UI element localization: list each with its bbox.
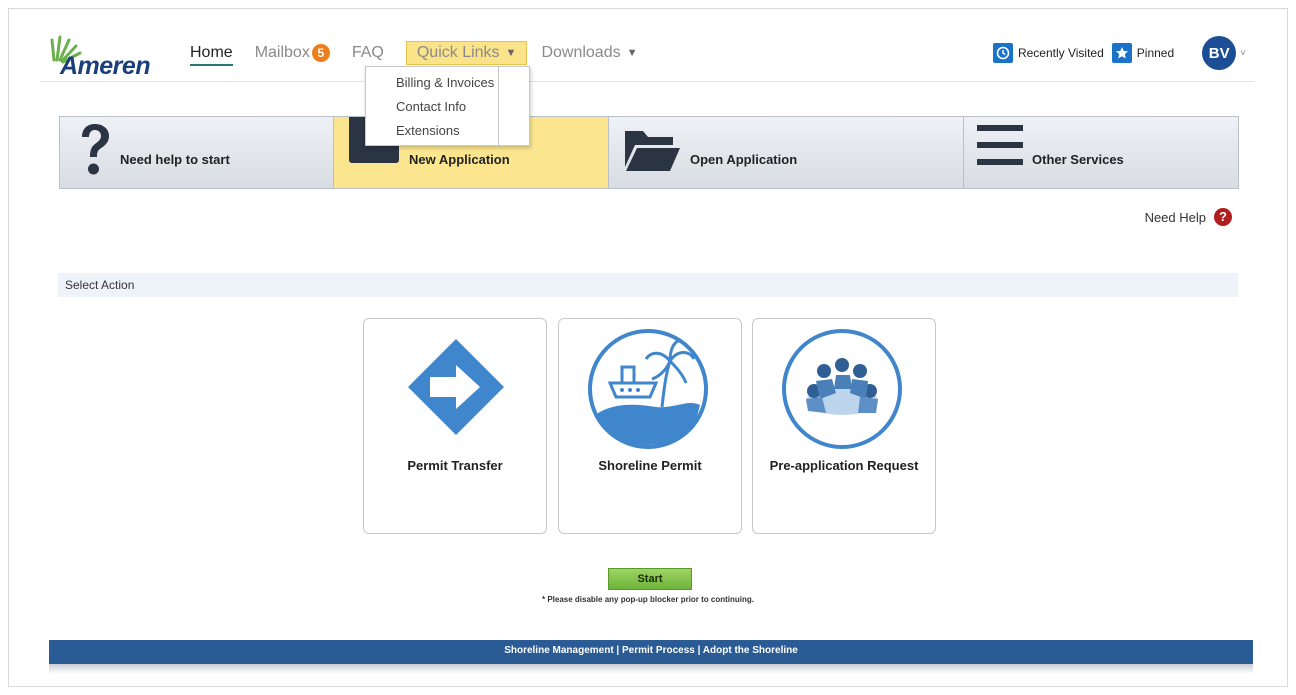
tab-need-help[interactable]: Need help to start <box>60 117 334 188</box>
recently-visited-label: Recently Visited <box>1017 46 1104 60</box>
recently-visited-button[interactable]: Recently Visited <box>992 43 1104 63</box>
tab-label: Open Application <box>690 152 798 167</box>
card-label: Permit Transfer <box>407 458 503 473</box>
help-icon: ? <box>1214 208 1232 226</box>
footer-shadow <box>49 664 1253 674</box>
arrow-diamond-icon <box>408 339 504 435</box>
dropdown-item-extensions[interactable]: Extensions <box>366 119 529 143</box>
nav-downloads[interactable]: Downloads ▼ <box>541 40 637 66</box>
tab-other-services[interactable]: Other Services <box>964 117 1238 188</box>
footer-links: Shoreline Management | Permit Process | … <box>49 640 1253 664</box>
pinned-button[interactable]: Pinned <box>1111 43 1175 63</box>
nav-quick-links[interactable]: Quick Links ▼ <box>405 41 528 65</box>
mailbox-count-badge: 5 <box>311 44 330 62</box>
action-tabs: Need help to start New Application Open … <box>59 116 1239 189</box>
star-icon <box>1111 43 1132 63</box>
dropdown-item-billing[interactable]: Billing & Invoices <box>366 71 529 95</box>
shoreline-boat-icon <box>588 329 708 449</box>
ameren-logo[interactable]: Ameren <box>48 34 168 80</box>
brand-name: Ameren <box>60 52 151 80</box>
tab-label: New Application <box>409 152 510 167</box>
question-mark-icon <box>82 124 109 175</box>
need-help-link[interactable]: Need Help ? <box>1145 208 1232 226</box>
history-icon <box>992 43 1013 63</box>
nav-mailbox[interactable]: Mailbox 5 <box>255 40 330 66</box>
card-label: Shoreline Permit <box>598 458 702 473</box>
dropdown-divider <box>498 67 499 147</box>
card-shoreline-permit[interactable]: Shoreline Permit <box>558 318 742 534</box>
nav-mailbox-label: Mailbox <box>254 44 310 61</box>
start-button[interactable]: Start <box>608 568 692 590</box>
card-pre-application-request[interactable]: Pre-application Request <box>752 318 936 534</box>
nav-downloads-label: Downloads <box>541 44 621 61</box>
popup-blocker-note: * Please disable any pop-up blocker prio… <box>541 595 755 604</box>
need-help-label: Need Help <box>1144 209 1206 225</box>
nav-home[interactable]: Home <box>190 40 233 66</box>
nav-faq[interactable]: FAQ <box>352 40 384 66</box>
header-tools: Recently Visited Pinned BV ˅ <box>985 36 1246 70</box>
card-label: Pre-application Request <box>769 458 919 473</box>
chevron-down-icon[interactable]: ˅ <box>1240 48 1246 59</box>
tab-label: Other Services <box>1032 152 1124 167</box>
card-permit-transfer[interactable]: Permit Transfer <box>363 318 547 534</box>
footer-text[interactable]: Shoreline Management | Permit Process | … <box>504 645 798 656</box>
section-title: Select Action <box>65 278 135 292</box>
folder-open-icon <box>625 131 680 171</box>
tab-open-application[interactable]: Open Application <box>609 117 964 188</box>
main-nav: Home Mailbox 5 FAQ Quick Links ▼ Downloa… <box>190 40 659 66</box>
menu-lines-icon <box>977 125 1023 165</box>
top-header: Ameren Home Mailbox 5 FAQ Quick Links ▼ … <box>40 24 1254 147</box>
pinned-label: Pinned <box>1136 46 1175 60</box>
user-avatar[interactable]: BV <box>1202 36 1237 70</box>
nav-quick-links-label: Quick Links <box>416 44 500 61</box>
tab-label: Need help to start <box>120 152 230 167</box>
section-header: Select Action <box>58 273 1238 297</box>
quick-links-dropdown: Billing & Invoices Contact Info Extensio… <box>365 66 530 147</box>
dropdown-item-contact[interactable]: Contact Info <box>366 95 529 119</box>
meeting-group-icon <box>782 329 902 449</box>
caret-down-icon: ▼ <box>626 47 638 59</box>
caret-down-icon: ▼ <box>505 47 517 59</box>
